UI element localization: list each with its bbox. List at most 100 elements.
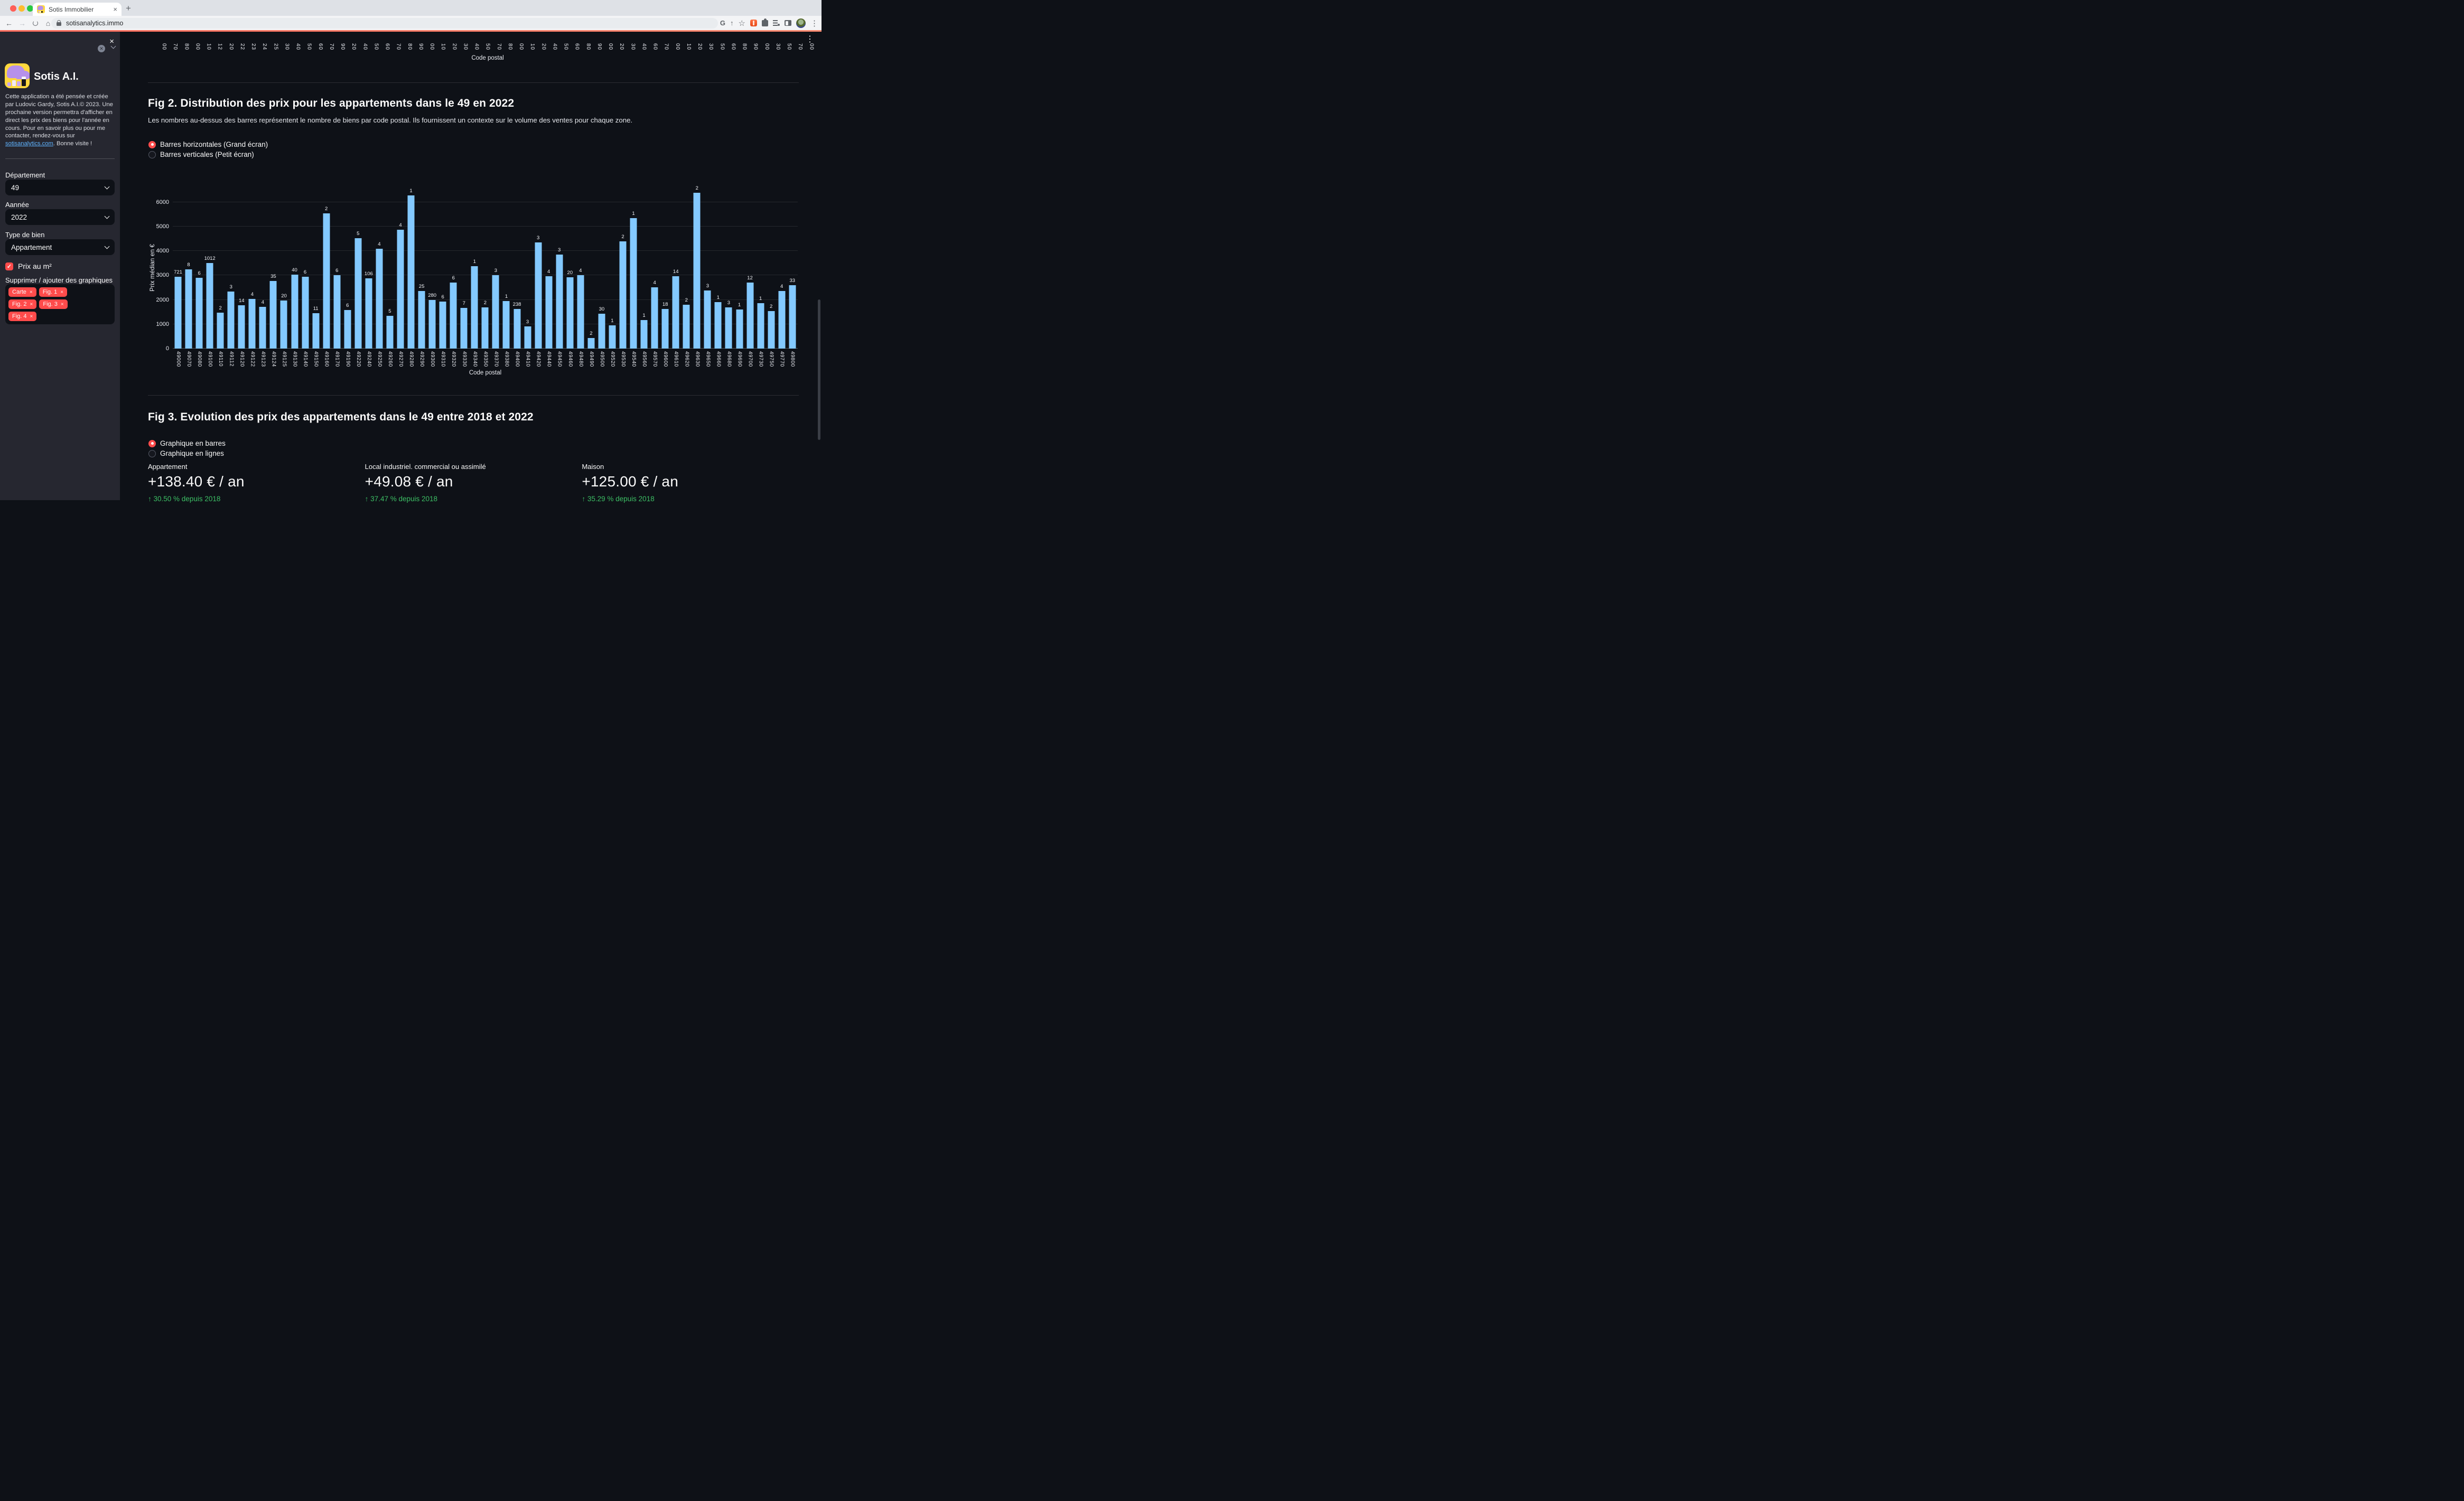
bar[interactable] [598, 314, 605, 349]
bar[interactable] [312, 313, 319, 349]
tag-remove-icon[interactable]: × [60, 289, 63, 295]
bar[interactable] [651, 287, 658, 349]
bar[interactable] [566, 277, 573, 349]
bar[interactable] [440, 302, 446, 349]
bar[interactable] [503, 301, 510, 349]
tag-remove-icon[interactable]: × [30, 289, 33, 295]
close-window-button[interactable] [10, 5, 16, 12]
profile-avatar[interactable] [796, 18, 806, 28]
minimize-window-button[interactable] [18, 5, 25, 12]
bar[interactable] [673, 276, 679, 349]
bar[interactable] [207, 263, 213, 349]
bar[interactable] [524, 326, 531, 349]
radio-selected-icon[interactable] [148, 141, 156, 148]
multiselect-tag[interactable]: Fig. 1× [39, 287, 67, 297]
bar[interactable] [461, 308, 468, 349]
page-scrollbar-thumb[interactable] [818, 299, 820, 440]
bar[interactable] [587, 338, 594, 349]
graphs-multiselect[interactable]: Carte×Fig. 1×Fig. 2×Fig. 3×Fig. 4× [5, 284, 115, 324]
bar[interactable] [344, 310, 351, 349]
bar[interactable] [662, 309, 669, 349]
bar[interactable] [694, 193, 701, 349]
bar[interactable] [408, 195, 415, 349]
fig2-radio-option[interactable]: Barres horizontales (Grand écran) [148, 140, 268, 148]
tag-remove-icon[interactable]: × [30, 314, 33, 320]
url-bar[interactable]: sotisanalytics.immo [51, 18, 718, 29]
extensions-puzzle-icon[interactable] [762, 20, 768, 26]
tab-close-icon[interactable]: × [113, 6, 117, 13]
bar[interactable] [397, 230, 404, 349]
share-icon[interactable]: ↑ [730, 19, 734, 27]
fig2-radio-option[interactable]: Barres verticales (Petit écran) [148, 151, 268, 158]
bar[interactable] [376, 249, 382, 349]
bar[interactable] [196, 278, 203, 349]
bar[interactable] [609, 325, 615, 349]
bar[interactable] [535, 242, 542, 349]
translate-icon[interactable]: G [720, 19, 725, 27]
bar[interactable] [683, 305, 690, 349]
bar[interactable] [715, 302, 722, 349]
bar[interactable] [704, 290, 711, 349]
bar[interactable] [746, 283, 753, 349]
bar[interactable] [217, 313, 224, 349]
radio-unselected-icon[interactable] [148, 151, 156, 158]
bar[interactable] [175, 277, 182, 349]
bar[interactable] [768, 311, 774, 349]
bar[interactable] [302, 277, 309, 349]
playlist-icon[interactable] [773, 20, 780, 26]
multiselect-tag[interactable]: Carte× [8, 287, 36, 297]
radio-selected-icon[interactable] [148, 440, 156, 447]
multiselect-tag[interactable]: Fig. 3× [39, 299, 67, 309]
bar[interactable] [757, 303, 764, 349]
tag-remove-icon[interactable]: × [61, 302, 64, 307]
app-menu-kebab-icon[interactable]: ⋮ [806, 34, 814, 44]
side-panel-icon[interactable] [785, 20, 791, 26]
radio-unselected-icon[interactable] [148, 450, 156, 457]
bar[interactable] [545, 276, 552, 349]
bar[interactable] [619, 241, 626, 349]
sotisanalytics-link[interactable]: sotisanalytics.com [5, 140, 53, 147]
new-tab-button[interactable]: + [126, 3, 131, 14]
forward-icon[interactable]: → [18, 19, 26, 27]
bar[interactable] [354, 238, 361, 349]
bar[interactable] [450, 283, 457, 349]
back-icon[interactable]: ← [5, 19, 13, 27]
bar[interactable] [514, 309, 520, 349]
checkbox-checked-icon[interactable]: ✓ [5, 262, 13, 270]
bar[interactable] [249, 299, 256, 349]
bar[interactable] [778, 291, 785, 349]
prix-au-m2-checkbox-row[interactable]: ✓ Prix au m² [5, 262, 52, 270]
bar[interactable] [333, 275, 340, 349]
fig3-radio-option[interactable]: Graphique en barres [148, 439, 226, 447]
browser-tab[interactable]: Sotis Immobilier × [33, 3, 122, 16]
multiselect-tag[interactable]: Fig. 4× [8, 312, 36, 321]
multiselect-chevron-icon[interactable] [111, 44, 116, 49]
bar[interactable] [270, 281, 277, 349]
bar[interactable] [641, 320, 648, 349]
bar[interactable] [492, 275, 499, 349]
annee-select[interactable]: 2022 [5, 209, 115, 225]
bookmark-star-icon[interactable]: ☆ [739, 18, 745, 28]
bar[interactable] [281, 301, 287, 349]
bar[interactable] [556, 255, 563, 349]
bar[interactable] [228, 292, 235, 349]
bar[interactable] [429, 300, 436, 349]
bar[interactable] [725, 307, 732, 349]
bar[interactable] [386, 316, 393, 349]
bar[interactable] [185, 269, 192, 349]
fig3-radio-option[interactable]: Graphique en lignes [148, 449, 226, 457]
bar[interactable] [789, 285, 796, 349]
bar[interactable] [630, 218, 637, 349]
departement-select[interactable]: 49 [5, 180, 115, 195]
reload-icon[interactable] [33, 21, 38, 26]
tag-remove-icon[interactable]: × [30, 302, 33, 307]
type-de-bien-select[interactable]: Appartement [5, 239, 115, 255]
bar[interactable] [259, 307, 266, 349]
multiselect-tag[interactable]: Fig. 2× [8, 299, 36, 309]
lock-icon[interactable] [57, 22, 61, 26]
bar[interactable] [482, 307, 489, 349]
lighthouse-extension-icon[interactable] [750, 20, 757, 26]
bar[interactable] [291, 275, 298, 349]
bar[interactable] [238, 305, 245, 349]
bar[interactable] [365, 278, 372, 349]
